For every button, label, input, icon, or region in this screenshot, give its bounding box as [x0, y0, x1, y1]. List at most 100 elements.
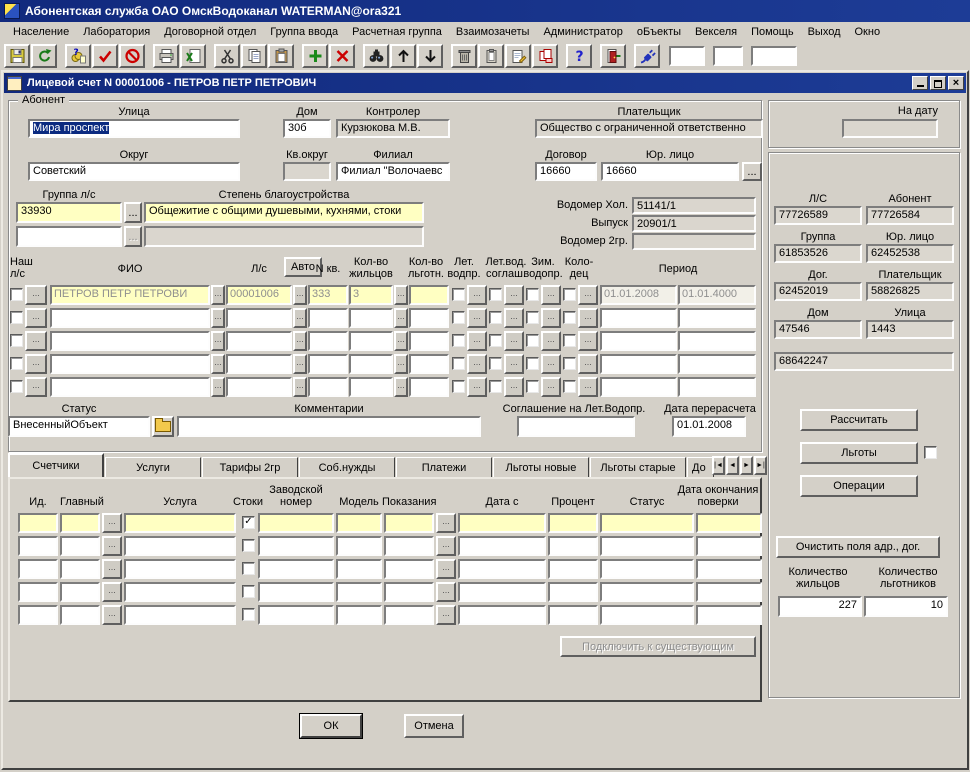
main-cell[interactable] — [60, 559, 100, 579]
save-button[interactable] — [4, 44, 30, 68]
well-button[interactable] — [578, 308, 598, 328]
main-cell[interactable] — [60, 605, 100, 625]
date-browse-button[interactable] — [436, 513, 456, 533]
winter-water-button[interactable] — [541, 377, 561, 397]
residents-count-cell[interactable] — [349, 331, 393, 351]
readings-cell[interactable] — [384, 582, 434, 602]
fio-lookup-button[interactable] — [211, 308, 225, 328]
ls-lookup-button[interactable] — [293, 377, 307, 397]
check-end-cell[interactable] — [696, 513, 762, 533]
serial-cell[interactable] — [258, 559, 334, 579]
ls-lookup-button[interactable] — [293, 331, 307, 351]
summer-agreement-button[interactable] — [504, 331, 524, 351]
fio-cell[interactable] — [50, 377, 210, 397]
group-ls2-browse-button[interactable]: ... — [124, 226, 142, 247]
group-ls2-field[interactable] — [16, 226, 122, 247]
group-ls-browse-button[interactable]: ... — [124, 202, 142, 223]
help-button[interactable]: ? — [566, 44, 592, 68]
tab[interactable]: Льготы новые — [493, 457, 589, 477]
street-field[interactable]: Мира проспект — [28, 119, 240, 138]
cut-button[interactable] — [214, 44, 240, 68]
menu-item[interactable]: Выход — [801, 24, 848, 40]
drains-checkbox[interactable] — [242, 562, 255, 575]
id-cell[interactable] — [18, 513, 58, 533]
menu-item[interactable]: Группа ввода — [263, 24, 345, 40]
status-cell[interactable] — [600, 559, 694, 579]
minimize-button[interactable] — [912, 76, 928, 90]
our-ls-checkbox[interactable] — [10, 357, 23, 370]
ls-cell[interactable] — [226, 377, 292, 397]
benefits-checkbox[interactable] — [924, 446, 937, 459]
ls-lookup-button[interactable] — [293, 308, 307, 328]
period-from-cell[interactable] — [600, 308, 677, 328]
query-button[interactable]: ? — [65, 44, 91, 68]
connect-existing-button[interactable]: Подключить к существующим — [560, 636, 756, 657]
well-checkbox[interactable] — [563, 311, 576, 324]
beneficiaries-count-cell[interactable] — [409, 308, 449, 328]
fio-lookup-button[interactable] — [211, 331, 225, 351]
residents-lookup-button[interactable] — [394, 331, 408, 351]
ls-lookup-button[interactable] — [293, 285, 307, 305]
branch-field[interactable]: Филиал "Волочаевс — [336, 162, 450, 181]
tab[interactable]: Счетчики — [8, 453, 104, 477]
print-button[interactable] — [153, 44, 179, 68]
period-to-cell[interactable] — [678, 331, 756, 351]
our-ls-checkbox[interactable] — [10, 288, 23, 301]
percent-cell[interactable] — [548, 536, 598, 556]
summer-agreement-button[interactable] — [504, 285, 524, 305]
readings-cell[interactable] — [384, 559, 434, 579]
check-end-cell[interactable] — [696, 582, 762, 602]
benefits-button[interactable]: Льготы — [800, 442, 918, 464]
kv-cell[interactable] — [308, 308, 348, 328]
tab[interactable]: До — [687, 457, 714, 477]
summer-water-checkbox[interactable] — [452, 288, 465, 301]
period-from-cell[interactable] — [600, 331, 677, 351]
menu-item[interactable]: Договорной отдел — [157, 24, 263, 40]
period-from-cell[interactable] — [600, 377, 677, 397]
recalc-date-field[interactable]: 01.01.2008 — [672, 416, 746, 437]
check-end-cell[interactable] — [696, 536, 762, 556]
drains-checkbox[interactable] — [242, 539, 255, 552]
fio-lookup-button[interactable] — [211, 285, 225, 305]
connect-button[interactable] — [634, 44, 660, 68]
drains-checkbox[interactable] — [242, 516, 255, 529]
status-cell[interactable] — [600, 513, 694, 533]
menu-item[interactable]: Расчетная группа — [345, 24, 449, 40]
menu-item[interactable]: Лаборатория — [76, 24, 157, 40]
drains-checkbox[interactable] — [242, 608, 255, 621]
main-cell[interactable] — [60, 536, 100, 556]
service-browse-button[interactable] — [102, 536, 122, 556]
summer-agreement-checkbox[interactable] — [489, 311, 502, 324]
period-from-cell[interactable] — [600, 354, 677, 374]
date-browse-button[interactable] — [436, 559, 456, 579]
export-excel-button[interactable] — [180, 44, 206, 68]
residents-lookup-button[interactable] — [394, 354, 408, 374]
district-field[interactable]: Советский — [28, 162, 240, 181]
fio-lookup-button[interactable] — [211, 377, 225, 397]
well-checkbox[interactable] — [563, 288, 576, 301]
our-ls-checkbox[interactable] — [10, 380, 23, 393]
status-folder-button[interactable] — [152, 416, 174, 437]
check-end-cell[interactable] — [696, 605, 762, 625]
service-cell[interactable] — [124, 605, 236, 625]
winter-water-checkbox[interactable] — [526, 357, 539, 370]
summer-water-button[interactable] — [467, 354, 487, 374]
kv-cell[interactable]: 333 — [308, 285, 348, 305]
fio-browse-button[interactable] — [25, 331, 47, 351]
jur-person-field[interactable]: 16660 — [601, 162, 739, 181]
residents-count-cell[interactable] — [349, 354, 393, 374]
edit-note-button[interactable] — [505, 44, 531, 68]
menu-item[interactable]: Помощь — [744, 24, 801, 40]
summer-water-button[interactable] — [467, 377, 487, 397]
summer-water-checkbox[interactable] — [452, 357, 465, 370]
tab-scroll-last-icon[interactable]: ►| — [754, 456, 767, 475]
status-field[interactable]: ВнесенныйОбъект — [8, 416, 150, 437]
residents-count-cell[interactable] — [349, 377, 393, 397]
winter-water-checkbox[interactable] — [526, 311, 539, 324]
winter-water-button[interactable] — [541, 308, 561, 328]
serial-cell[interactable] — [258, 582, 334, 602]
winter-water-button[interactable] — [541, 285, 561, 305]
menu-item[interactable]: Взаимозачеты — [449, 24, 537, 40]
move-up-button[interactable] — [390, 44, 416, 68]
comments-field[interactable] — [177, 416, 481, 437]
